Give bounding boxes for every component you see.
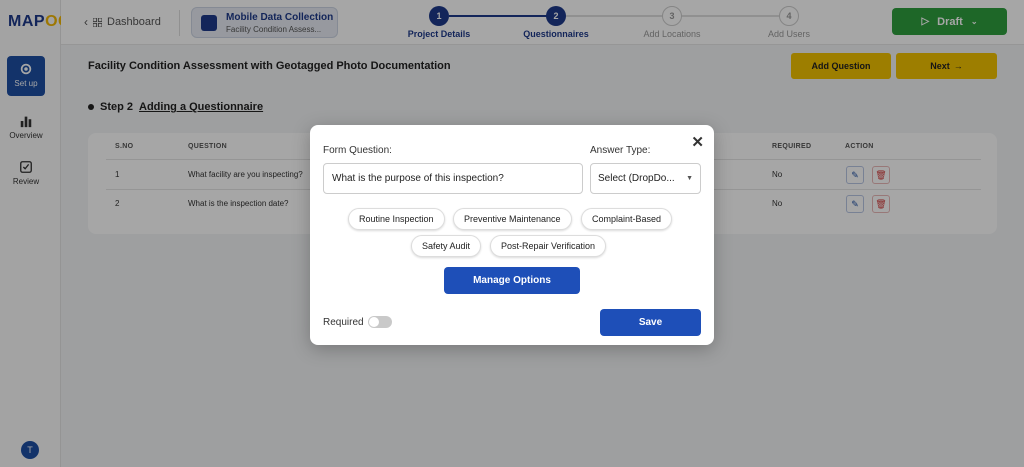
answer-type-value: Select (DropDo... — [598, 173, 675, 184]
option-chip[interactable]: Complaint-Based — [581, 208, 673, 230]
close-icon[interactable]: ✕ — [691, 133, 704, 151]
required-toggle[interactable] — [368, 316, 392, 328]
option-chip[interactable]: Safety Audit — [411, 235, 482, 257]
form-question-input[interactable] — [323, 163, 583, 194]
form-question-label: Form Question: — [323, 145, 392, 156]
caret-down-icon: ▼ — [686, 175, 693, 182]
required-label: Required — [323, 317, 364, 328]
option-chip[interactable]: Post-Repair Verification — [490, 235, 607, 257]
add-question-modal: ✕ Form Question: Answer Type: Select (Dr… — [310, 125, 714, 345]
answer-type-label: Answer Type: — [590, 145, 651, 156]
manage-options-button[interactable]: Manage Options — [444, 267, 580, 294]
option-chip[interactable]: Routine Inspection — [348, 208, 445, 230]
save-button[interactable]: Save — [600, 309, 701, 336]
answer-type-select[interactable]: Select (DropDo... ▼ — [590, 163, 701, 194]
option-chip[interactable]: Preventive Maintenance — [453, 208, 572, 230]
toggle-knob — [369, 317, 379, 327]
